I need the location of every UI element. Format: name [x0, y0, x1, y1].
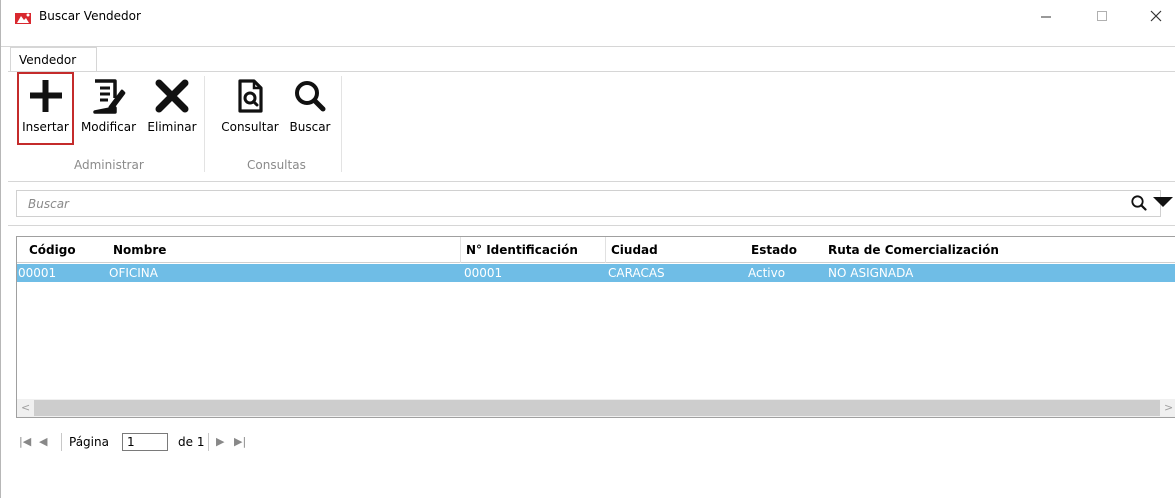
first-page-icon[interactable]: |◀ [19, 435, 31, 448]
scroll-right-icon[interactable]: > [1164, 401, 1173, 414]
window-title: Buscar Vendedor [39, 9, 141, 23]
insert-button-label: Insertar [22, 120, 69, 134]
search-icon[interactable] [1130, 194, 1148, 212]
cell-ruta: NO ASIGNADA [828, 266, 914, 280]
column-header-identificacion[interactable]: N° Identificación [466, 243, 578, 257]
column-separator [605, 237, 606, 263]
insert-button[interactable]: Insertar [17, 72, 74, 145]
divider [8, 225, 1175, 226]
ribbon-group-separator [204, 76, 205, 172]
search-input[interactable] [17, 191, 1117, 216]
maximize-icon [1097, 11, 1107, 21]
previous-page-icon[interactable]: ◀ [39, 435, 47, 448]
page-label: Página [69, 435, 109, 449]
ribbon-tab-strip [1, 46, 1175, 47]
consult-button-label: Consultar [221, 120, 279, 134]
last-page-icon[interactable]: ▶| [234, 435, 246, 448]
pager: |◀ ◀ Página de 1 ▶ ▶| [16, 432, 416, 454]
pager-separator [208, 433, 209, 451]
scrollbar-thumb[interactable] [34, 400, 1160, 416]
column-header-codigo[interactable]: Código [29, 243, 76, 257]
table-row[interactable]: 00001 OFICINA 00001 CARACAS Activo NO AS… [17, 264, 1175, 282]
buscar-vendedor-window: Buscar Vendedor Vendedor Insertar Modifi… [0, 0, 1175, 498]
minimize-button[interactable] [1026, 4, 1066, 28]
next-page-icon[interactable]: ▶ [216, 435, 224, 448]
minimize-icon [1041, 16, 1051, 18]
column-header-ruta[interactable]: Ruta de Comercialización [828, 243, 999, 257]
close-icon [1150, 10, 1162, 22]
column-header-nombre[interactable]: Nombre [113, 243, 166, 257]
column-header-ciudad[interactable]: Ciudad [611, 243, 658, 257]
cell-ciudad: CARACAS [608, 266, 665, 280]
horizontal-scrollbar[interactable]: < > [17, 399, 1175, 417]
cell-identificacion: 00001 [464, 266, 503, 280]
search-button-label: Buscar [289, 120, 331, 134]
modify-button[interactable]: Modificar [75, 74, 142, 134]
search-button[interactable]: Buscar [287, 74, 333, 134]
title-bar: Buscar Vendedor [1, 0, 1175, 30]
edit-document-icon [92, 79, 125, 114]
modify-button-label: Modificar [80, 120, 137, 134]
group-label-administrar: Administrar [74, 158, 144, 172]
grid-header: Código Nombre N° Identificación Ciudad E… [17, 237, 1175, 263]
plus-icon [29, 80, 62, 112]
delete-button-label: Eliminar [147, 120, 197, 134]
cell-codigo: 00001 [18, 266, 57, 280]
dropdown-arrow-icon[interactable] [1152, 196, 1174, 208]
close-button[interactable] [1136, 4, 1175, 28]
group-label-consultas: Consultas [247, 158, 306, 172]
column-header-estado[interactable]: Estado [751, 243, 797, 257]
cell-nombre: OFICINA [109, 266, 158, 280]
ribbon-group-separator [341, 76, 342, 172]
delete-button[interactable]: Eliminar [145, 74, 199, 134]
cell-estado: Activo [748, 266, 786, 280]
column-separator [460, 237, 461, 263]
document-search-icon [238, 79, 263, 113]
tab-vendedor[interactable]: Vendedor [10, 47, 97, 72]
scroll-left-icon[interactable]: < [21, 401, 30, 414]
delete-x-icon [155, 79, 189, 113]
search-icon [295, 81, 326, 112]
app-icon [15, 13, 31, 24]
maximize-button[interactable] [1082, 4, 1122, 28]
pager-separator [61, 433, 62, 451]
page-number-input[interactable] [122, 433, 168, 451]
search-box [16, 190, 1161, 217]
vendors-grid: Código Nombre N° Identificación Ciudad E… [16, 236, 1175, 418]
page-count-label: de 1 [178, 435, 205, 449]
consult-button[interactable]: Consultar [215, 74, 285, 134]
